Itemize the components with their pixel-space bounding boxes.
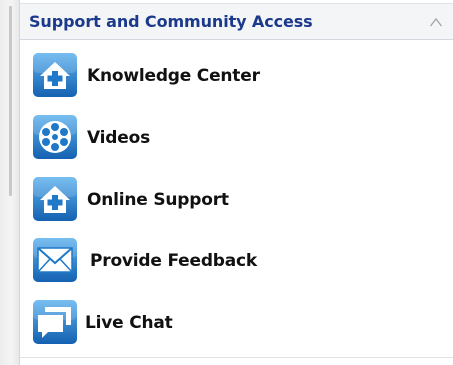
- envelope-icon: [33, 238, 77, 282]
- live-chat-link[interactable]: Live Chat: [32, 299, 232, 347]
- left-scroll-rail[interactable]: [0, 0, 20, 365]
- knowledge-center-label: Knowledge Center: [87, 66, 260, 86]
- panel-header[interactable]: Support and Community Access: [20, 3, 453, 40]
- house-plus-icon: [33, 53, 77, 97]
- knowledge-center-link[interactable]: Knowledge Center: [32, 52, 312, 100]
- videos-label: Videos: [87, 128, 150, 148]
- support-window: Support and Community Access Knowledge C…: [0, 0, 453, 365]
- film-reel-icon: [33, 115, 77, 159]
- videos-link[interactable]: Videos: [32, 114, 212, 162]
- online-support-link[interactable]: Online Support: [32, 176, 292, 224]
- online-support-label: Online Support: [87, 190, 229, 210]
- scroll-thumb[interactable]: [9, 6, 12, 196]
- panel-bottom-divider: [20, 357, 453, 358]
- house-plus-icon: [33, 177, 77, 221]
- provide-feedback-link[interactable]: Provide Feedback: [32, 237, 312, 285]
- chevron-up-icon[interactable]: [429, 16, 443, 28]
- support-community-panel: Support and Community Access Knowledge C…: [20, 0, 453, 365]
- provide-feedback-label: Provide Feedback: [90, 251, 258, 271]
- live-chat-label: Live Chat: [85, 313, 173, 333]
- chat-bubbles-icon: [33, 300, 77, 344]
- panel-title: Support and Community Access: [29, 12, 313, 31]
